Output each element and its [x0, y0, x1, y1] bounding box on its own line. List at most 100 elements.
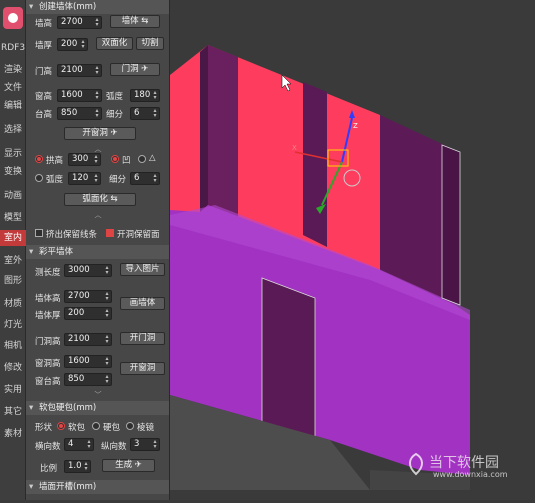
section-soft-pack[interactable]: 软包硬包(mm) — [26, 401, 169, 415]
arch-label: 拱高 — [46, 156, 64, 166]
subdiv2-input[interactable]: 6 ▴ ▾ — [130, 172, 160, 185]
cut-button[interactable]: 切割 — [136, 37, 164, 50]
sidebar-item-12[interactable]: 材质 — [0, 296, 26, 312]
window-height-label: 窗高 — [35, 92, 53, 102]
sidebar-item-6[interactable]: 变换 — [0, 164, 26, 180]
flat-sill-input[interactable]: 850 ▴ ▾ — [64, 373, 112, 386]
concave-label: 凹 — [122, 156, 131, 166]
flat-door-label: 门洞高 — [35, 337, 61, 347]
sidebar-item-7[interactable]: 动画 — [0, 188, 26, 204]
open-window-hole-button[interactable]: 开窗洞 — [120, 362, 165, 375]
watermark-logo-icon — [409, 452, 423, 476]
sidebar-item-3[interactable]: 编辑 — [0, 98, 26, 114]
sidebar-item-10[interactable]: 室外 — [0, 253, 26, 269]
generate-button[interactable]: 生成 ✈ — [102, 459, 155, 472]
section-flat-wall[interactable]: 彩平墙体 — [26, 245, 169, 259]
import-image-button[interactable]: 导入图片 — [120, 263, 165, 276]
vertical-count-label: 纵向数 — [101, 442, 127, 452]
scene-render: Z X — [170, 45, 470, 490]
extrude-checkbox[interactable] — [35, 229, 43, 237]
triangle-icon: △ — [149, 153, 156, 163]
flat-window-label: 窗洞高 — [35, 359, 61, 369]
arc-input[interactable]: 180 ▴ ▾ — [130, 89, 160, 102]
sidebar-item-4[interactable]: 选择 — [0, 122, 26, 138]
arc-surface-button[interactable]: 弧面化 ⇆ — [64, 193, 136, 206]
sill-height-input[interactable]: 850 ▴ ▾ — [57, 107, 102, 120]
left-wall-edge — [200, 45, 208, 212]
hard-label: 硬包 — [103, 423, 121, 433]
hard-radio[interactable] — [92, 422, 100, 430]
flat-height-label: 墙体高 — [35, 294, 61, 304]
subdiv-label: 细分 — [106, 110, 124, 120]
horizontal-count-input[interactable]: 4 ▴ ▾ — [64, 438, 94, 451]
wall-button[interactable]: 墙体 ⇆ — [110, 15, 160, 28]
right-pilaster — [441, 144, 461, 306]
sidebar-item-14[interactable]: 相机 — [0, 338, 26, 354]
sidebar-item-13[interactable]: 灯光 — [0, 317, 26, 333]
wall-thick-input[interactable]: 200 ▴ ▾ — [57, 38, 88, 51]
shape-label: 形状 — [35, 423, 53, 433]
flat-thick-label: 墙体厚 — [35, 311, 61, 321]
measure-label: 测长度 — [35, 268, 61, 278]
watermark-url: www.downxia.com — [433, 470, 508, 479]
subdiv-input[interactable]: 6 ▴ ▾ — [130, 107, 160, 120]
command-sidebar: RDF3 渲染文件编辑选择显示变换动画模型室内室外图形材质灯光相机修改实用其它素材 — [0, 0, 26, 500]
flat-door-input[interactable]: 2100 ▴ ▾ — [64, 333, 112, 346]
wall-height-input[interactable]: 2700 ▴ ▾ — [57, 16, 102, 29]
section-wall-groove[interactable]: 墙面开槽(mm) — [26, 480, 169, 494]
section-create-wall[interactable]: 创建墙体(mm) — [26, 0, 169, 14]
sill-height-label: 台高 — [35, 110, 53, 120]
tool-panel: 创建墙体(mm) 墙高 2700▴▾ 墙体 ⇆ 墙厚 200▴▾ 双面化 切割 … — [26, 0, 170, 500]
arch-input[interactable]: 300 ▴ ▾ — [68, 153, 101, 166]
arch-radio[interactable] — [35, 155, 43, 163]
wall-stripe-1 — [208, 45, 238, 220]
draw-wall-button[interactable]: 画墙体 — [120, 297, 165, 310]
open-door-button[interactable]: 开门洞 — [120, 332, 165, 345]
arc2-label: 弧度 — [46, 175, 64, 185]
sidebar-item-2[interactable]: 文件 — [0, 80, 26, 96]
keep-face-checkbox[interactable] — [106, 229, 114, 237]
vertical-count-input[interactable]: 3 ▴ ▾ — [130, 438, 160, 451]
soft-radio[interactable] — [57, 422, 65, 430]
prism-radio[interactable] — [126, 422, 134, 430]
arc-label: 弧度 — [106, 92, 124, 102]
collapse-arrow-icon-3[interactable]: ﹀ — [26, 390, 169, 400]
wall-thick-label: 墙厚 — [35, 41, 53, 51]
svg-text:Z: Z — [353, 122, 358, 130]
sidebar-item-0[interactable]: RDF3 — [0, 40, 26, 56]
horizontal-count-label: 横向数 — [35, 442, 61, 452]
wall-stripe-2 — [303, 82, 327, 247]
sidebar-item-8[interactable]: 模型 — [0, 210, 26, 226]
window-height-input[interactable]: 1600 ▴ ▾ — [57, 89, 102, 102]
flat-thick-input[interactable]: 200 ▴ ▾ — [64, 307, 112, 320]
measure-input[interactable]: 3000 ▴ ▾ — [64, 264, 112, 277]
sidebar-item-9[interactable]: 室内 — [0, 230, 26, 246]
prism-label: 棱镜 — [137, 423, 155, 433]
sidebar-item-18[interactable]: 素材 — [0, 426, 26, 442]
arc2-radio[interactable] — [35, 174, 43, 182]
triangle-radio[interactable] — [138, 155, 146, 163]
door-height-label: 门高 — [35, 67, 53, 77]
3d-viewport[interactable]: Z X — [170, 0, 535, 500]
sidebar-item-17[interactable]: 其它 — [0, 404, 26, 420]
collapse-arrow-icon-2[interactable]: ︿ — [26, 210, 169, 220]
door-hole-button[interactable]: 门洞 ✈ — [110, 63, 160, 76]
ratio-input[interactable]: 1.0 ▴ ▾ — [64, 460, 91, 473]
arc2-input[interactable]: 120 ▴ ▾ — [68, 172, 101, 185]
sidebar-item-16[interactable]: 实用 — [0, 382, 26, 398]
app-logo-icon — [3, 7, 23, 29]
sidebar-item-1[interactable]: 渲染 — [0, 62, 26, 78]
keep-face-label: 开洞保留面 — [117, 230, 160, 240]
concave-radio[interactable] — [111, 155, 119, 163]
soft-label: 软包 — [68, 423, 86, 433]
flat-sill-label: 窗台高 — [35, 377, 61, 387]
sidebar-item-15[interactable]: 修改 — [0, 360, 26, 376]
open-window-button[interactable]: 开窗洞 ✈ — [64, 127, 136, 140]
flat-height-input[interactable]: 2700 ▴ ▾ — [64, 290, 112, 303]
sidebar-item-5[interactable]: 显示 — [0, 146, 26, 162]
door-height-input[interactable]: 2100 ▴ ▾ — [57, 64, 102, 77]
double-side-button[interactable]: 双面化 — [96, 37, 133, 50]
flat-window-input[interactable]: 1600 ▴ ▾ — [64, 355, 112, 368]
sidebar-item-11[interactable]: 图形 — [0, 273, 26, 289]
svg-text:X: X — [292, 144, 297, 152]
